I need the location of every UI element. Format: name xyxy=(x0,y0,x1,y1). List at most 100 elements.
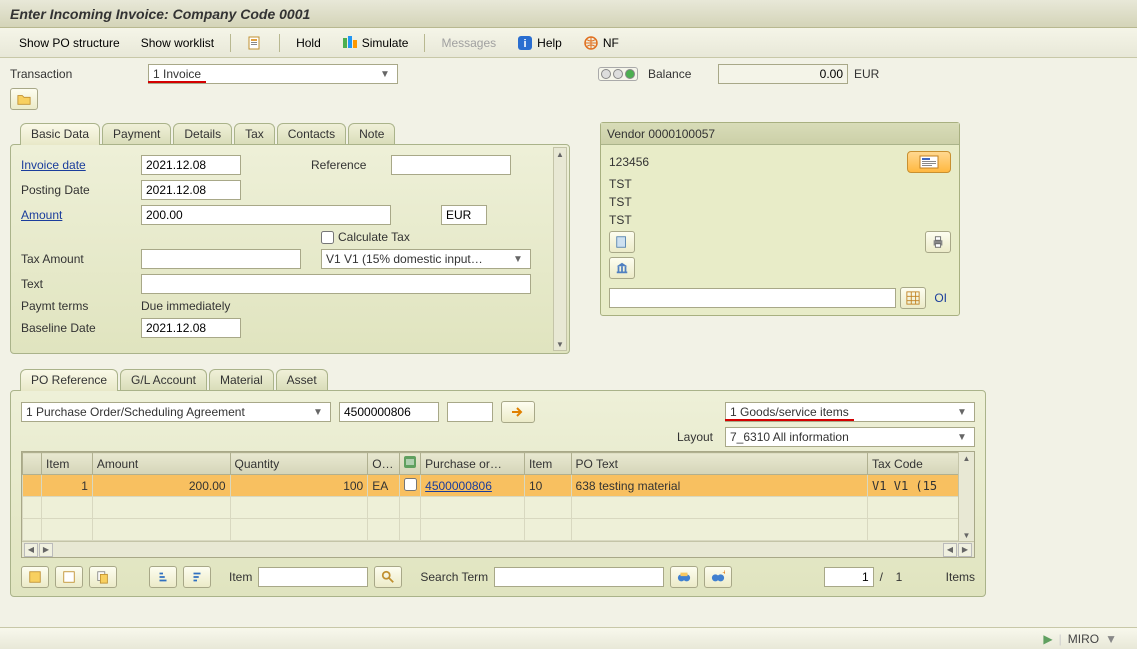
tab-contacts[interactable]: Contacts xyxy=(277,123,346,145)
grid-icon xyxy=(906,291,920,305)
scroll-left-icon[interactable]: ◀ xyxy=(24,543,38,557)
sort-asc-button[interactable] xyxy=(149,566,177,588)
messages-button[interactable]: Messages xyxy=(432,32,505,54)
tab-po-reference[interactable]: PO Reference xyxy=(20,369,118,391)
col-po-text[interactable]: PO Text xyxy=(571,453,868,475)
tax-amount-input[interactable] xyxy=(141,249,301,269)
scroll-left-icon[interactable]: ◀ xyxy=(943,543,957,557)
col-amount[interactable]: Amount xyxy=(92,453,230,475)
reference-category-dropdown[interactable]: 1 Purchase Order/Scheduling Agreement ▼ xyxy=(21,402,331,422)
vendor-bank-button[interactable] xyxy=(609,257,635,279)
row-select-checkbox[interactable] xyxy=(404,478,417,491)
cell-amount[interactable]: 200.00 xyxy=(92,475,230,497)
item-nav-input[interactable] xyxy=(258,567,368,587)
scroll-down-icon[interactable]: ▼ xyxy=(554,338,566,350)
oi-input[interactable] xyxy=(609,288,896,308)
other-invoice-button[interactable] xyxy=(238,31,272,55)
col-line-item[interactable]: Item xyxy=(524,453,571,475)
view-mode-dropdown[interactable]: 1 Goods/service items ▼ xyxy=(725,402,975,422)
col-uom[interactable]: O… xyxy=(368,453,400,475)
grid-vertical-scrollbar[interactable]: ▲ ▼ xyxy=(958,452,974,541)
posting-date-input[interactable] xyxy=(141,180,241,200)
text-input[interactable] xyxy=(141,274,531,294)
scroll-right-icon[interactable]: ▶ xyxy=(958,543,972,557)
tab-material[interactable]: Material xyxy=(209,369,274,391)
tab-asset[interactable]: Asset xyxy=(276,369,328,391)
currency-input[interactable] xyxy=(441,205,487,225)
cell-po-text[interactable]: 638 testing material xyxy=(571,475,868,497)
execute-icon[interactable]: ▶ xyxy=(1043,632,1052,646)
select-all-button[interactable] xyxy=(21,566,49,588)
simulate-button[interactable]: Simulate xyxy=(333,31,418,55)
help-button[interactable]: i Help xyxy=(508,31,571,55)
vendor-address-button[interactable] xyxy=(907,151,951,173)
col-purchase-order[interactable]: Purchase or… xyxy=(421,453,525,475)
amount-label[interactable]: Amount xyxy=(21,208,141,222)
baseline-date-input[interactable] xyxy=(141,318,241,338)
col-item[interactable]: Item xyxy=(42,453,93,475)
light-indicator xyxy=(601,69,611,79)
sort-desc-button[interactable] xyxy=(183,566,211,588)
header-toggle-button[interactable] xyxy=(10,88,38,110)
hold-button[interactable]: Hold xyxy=(287,32,330,54)
tax-code-dropdown[interactable]: V1 V1 (15% domestic input… ▼ xyxy=(321,249,531,269)
copy-button[interactable] xyxy=(89,566,117,588)
cell-checkbox[interactable] xyxy=(399,475,420,497)
page-current-input[interactable] xyxy=(824,567,874,587)
cell-uom[interactable]: EA xyxy=(368,475,400,497)
tab-payment[interactable]: Payment xyxy=(102,123,171,145)
vendor-display-button[interactable] xyxy=(609,231,635,253)
tab-basic-data[interactable]: Basic Data xyxy=(20,123,100,145)
table-row[interactable]: 1 200.00 100 EA 4500000806 10 638 testin… xyxy=(23,475,974,497)
item-nav-button[interactable] xyxy=(374,566,402,588)
row-selector[interactable] xyxy=(23,475,42,497)
scroll-up-icon[interactable]: ▲ xyxy=(554,148,566,160)
sort-asc-icon xyxy=(156,570,170,584)
row-selector-header[interactable] xyxy=(23,453,42,475)
invoice-date-input[interactable] xyxy=(141,155,241,175)
layout-dropdown[interactable]: 7_6310 All information ▼ xyxy=(725,427,975,447)
cell-po[interactable]: 4500000806 xyxy=(421,475,525,497)
nf-button[interactable]: NF xyxy=(574,31,628,55)
scroll-right-icon[interactable]: ▶ xyxy=(39,543,53,557)
panel-scrollbar[interactable]: ▲ ▼ xyxy=(553,147,567,351)
toolbar-separator xyxy=(230,34,231,52)
po-number-input[interactable] xyxy=(339,402,439,422)
amount-input[interactable] xyxy=(141,205,391,225)
invoice-date-label[interactable]: Invoice date xyxy=(21,158,141,172)
reference-input[interactable] xyxy=(391,155,511,175)
tab-note[interactable]: Note xyxy=(348,123,395,145)
address-icon xyxy=(919,155,939,169)
col-quantity[interactable]: Quantity xyxy=(230,453,368,475)
binoculars-icon xyxy=(677,570,691,584)
calculate-tax-checkbox[interactable] xyxy=(321,231,334,244)
tab-tax[interactable]: Tax xyxy=(234,123,275,145)
transaction-dropdown[interactable]: 1 Invoice ▼ xyxy=(148,64,398,84)
col-checkbox[interactable] xyxy=(399,453,420,475)
tab-details[interactable]: Details xyxy=(173,123,232,145)
po-item-input[interactable] xyxy=(447,402,493,422)
scroll-down-icon[interactable]: ▼ xyxy=(961,529,973,541)
header-row: Transaction 1 Invoice ▼ Balance EUR xyxy=(10,64,1127,84)
arrow-right-icon xyxy=(510,406,526,418)
grid-horizontal-scrollbar[interactable]: ◀ ▶ ◀ ▶ xyxy=(22,541,974,557)
table-row[interactable] xyxy=(23,497,974,519)
show-worklist-button[interactable]: Show worklist xyxy=(132,32,223,54)
search-next-button[interactable]: + xyxy=(704,566,732,588)
vendor-print-button[interactable] xyxy=(925,231,951,253)
cell-quantity[interactable]: 100 xyxy=(230,475,368,497)
cell-item[interactable]: 1 xyxy=(42,475,93,497)
posting-date-label: Posting Date xyxy=(21,183,141,197)
oi-grid-button[interactable] xyxy=(900,287,926,309)
scroll-up-icon[interactable]: ▲ xyxy=(961,452,973,464)
table-row[interactable] xyxy=(23,519,974,541)
deselect-all-button[interactable] xyxy=(55,566,83,588)
tab-gl-account[interactable]: G/L Account xyxy=(120,369,207,391)
search-button[interactable] xyxy=(670,566,698,588)
show-po-structure-button[interactable]: Show PO structure xyxy=(10,32,129,54)
upper-tabstrip: Basic Data Payment Details Tax Contacts … xyxy=(10,122,570,144)
cell-line-item[interactable]: 10 xyxy=(524,475,571,497)
status-menu-icon[interactable]: ▼ xyxy=(1105,632,1117,646)
po-fetch-button[interactable] xyxy=(501,401,535,423)
search-term-input[interactable] xyxy=(494,567,664,587)
